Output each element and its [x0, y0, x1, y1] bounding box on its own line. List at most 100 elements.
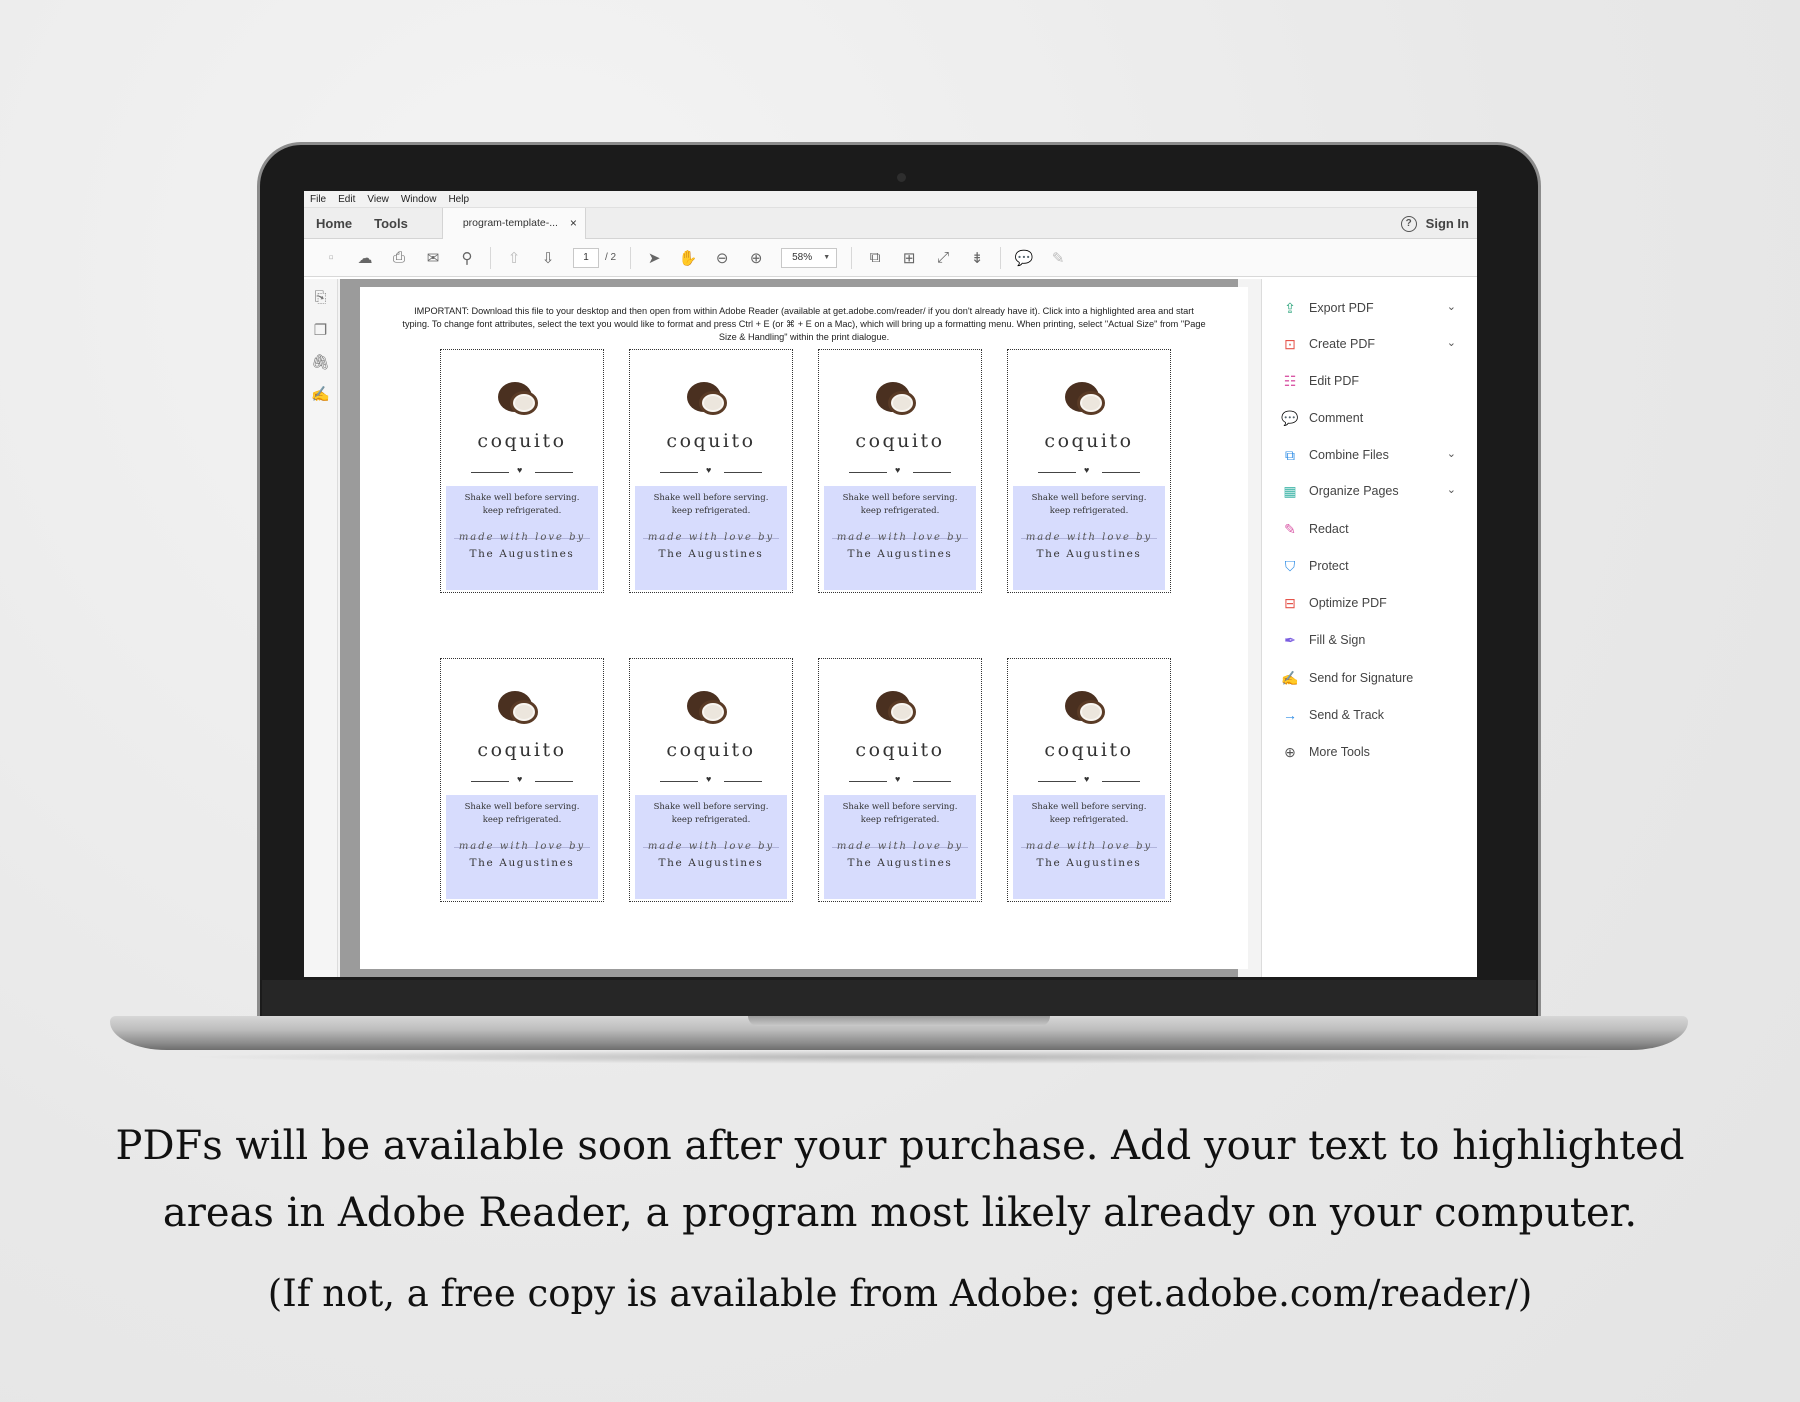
label-title: coquito — [477, 739, 567, 761]
zoom-select[interactable]: 58% ▼ — [781, 247, 838, 268]
script-text: made with love by — [458, 532, 586, 543]
tools-pane: ⇪ Export PDF ⌄ ⊡ Create PDF ⌄ ☷ Edit PDF 💬 Commen… — [1261, 279, 1477, 977]
tool-create-pdf[interactable]: ⊡ Create PDF ⌄ — [1280, 333, 1470, 355]
toolbar-separator — [1000, 246, 1002, 269]
tab-tools[interactable]: Tools — [374, 216, 408, 231]
page-total: / 2 — [605, 252, 617, 263]
instruction-text: Shake well before serving. keep refrigera… — [824, 492, 976, 518]
menu-view[interactable]: View — [367, 194, 389, 205]
menu-edit[interactable]: Edit — [338, 194, 355, 205]
upload-cloud-icon[interactable]: ☁ — [356, 249, 374, 267]
tool-more-tools[interactable]: ⊕ More Tools — [1280, 741, 1470, 763]
tool-fill-sign[interactable]: ✒ Fill & Sign — [1280, 629, 1470, 651]
fit-width-icon[interactable]: ⊞ — [900, 249, 918, 267]
menu-help[interactable]: Help — [448, 194, 469, 205]
full-screen-icon[interactable]: ⤢ — [934, 249, 952, 267]
tool-label: Edit PDF — [1309, 374, 1360, 388]
zoom-in-icon[interactable]: ⊕ — [747, 249, 765, 267]
select-cursor-icon[interactable]: ➤ — [645, 249, 663, 267]
attachment-icon[interactable]: 🖇 — [310, 353, 332, 375]
pdf-page: IMPORTANT: Download this file to your de… — [360, 287, 1248, 969]
instruction-text: Shake well before serving. keep refrigera… — [1013, 492, 1165, 518]
tool-comment[interactable]: 💬 Comment — [1280, 407, 1470, 429]
sign-in-button[interactable]: Sign In — [1426, 216, 1469, 231]
signature-icon[interactable]: ✍ — [310, 385, 332, 407]
label-card: coquito ♥ Shake well before serving. keep r… — [629, 349, 793, 593]
fit-page-icon[interactable]: ⧉ — [866, 249, 884, 267]
tool-label: Create PDF — [1309, 337, 1375, 351]
tab-home[interactable]: Home — [316, 216, 352, 231]
tool-label: Optimize PDF — [1309, 596, 1387, 610]
tab-document[interactable]: program-template-... × — [441, 207, 586, 239]
page-number-input[interactable]: 1 — [573, 247, 599, 268]
menu-file[interactable]: File — [310, 194, 326, 205]
left-rail: ⎘ ❐ 🖇 ✍ — [304, 279, 338, 977]
comment-icon: 💬 — [1281, 409, 1299, 426]
highlighted-form-field[interactable]: Shake well before serving. keep refrigera… — [1013, 795, 1165, 899]
zoom-out-icon[interactable]: ⊖ — [713, 249, 731, 267]
heart-divider: ♥ — [660, 774, 762, 787]
tool-protect[interactable]: ⛉ Protect — [1280, 555, 1470, 577]
instruction-line-2: keep refrigerated. — [1049, 815, 1129, 825]
organize-pages-icon: ▦ — [1283, 482, 1297, 499]
highlighted-form-field[interactable]: Shake well before serving. keep refrigera… — [1013, 486, 1165, 590]
chevron-down-icon[interactable]: ⌄ — [1447, 447, 1456, 460]
document-area[interactable]: IMPORTANT: Download this file to your de… — [340, 279, 1248, 977]
page-thumbnails-icon[interactable]: ⎘ — [310, 289, 332, 311]
instruction-text: Shake well before serving. keep refrigera… — [824, 801, 976, 827]
highlighted-form-field[interactable]: Shake well before serving. keep refrigera… — [824, 486, 976, 590]
tool-edit-pdf[interactable]: ☷ Edit PDF — [1280, 370, 1470, 392]
maker-name: The Augustines — [658, 548, 764, 560]
highlighted-form-field[interactable]: Shake well before serving. keep refrigera… — [824, 795, 976, 899]
comment-tool-icon[interactable]: 💬 — [1015, 249, 1034, 267]
label-card: coquito ♥ Shake well before serving. keep r… — [818, 658, 982, 902]
instruction-line-2: keep refrigerated. — [482, 506, 562, 516]
export-pdf-icon: ⇪ — [1284, 299, 1296, 316]
highlighted-form-field[interactable]: Shake well before serving. keep refrigera… — [635, 486, 787, 590]
tool-send-track[interactable]: → Send & Track — [1280, 704, 1470, 726]
coconut-illustration — [498, 691, 542, 727]
instruction-line-1: Shake well before serving. — [653, 493, 769, 503]
close-icon[interactable]: × — [570, 216, 577, 230]
label-card: coquito ♥ Shake well before serving. keep r… — [440, 349, 604, 593]
chevron-down-icon[interactable]: ⌄ — [1447, 483, 1456, 496]
help-icon[interactable]: ? — [1400, 215, 1417, 232]
label-card: coquito ♥ Shake well before serving. keep r… — [1007, 658, 1171, 902]
hand-tool-icon[interactable]: ✋ — [679, 249, 698, 267]
instruction-text: Shake well before serving. keep refrigera… — [446, 801, 598, 827]
instruction-line-2: keep refrigerated. — [671, 815, 751, 825]
tool-combine-files[interactable]: ⧉ Combine Files ⌄ — [1280, 444, 1470, 466]
search-icon[interactable]: ⚲ — [458, 249, 476, 267]
scroll-mode-icon[interactable]: ⇟ — [968, 249, 986, 267]
instruction-line-2: keep refrigerated. — [671, 506, 751, 516]
tool-redact[interactable]: ✎ Redact — [1280, 518, 1470, 540]
heart-divider: ♥ — [471, 465, 573, 478]
chevron-down-icon[interactable]: ⌄ — [1447, 336, 1456, 349]
page-up-icon[interactable]: ⇧ — [505, 249, 523, 267]
highlighted-form-field[interactable]: Shake well before serving. keep refrigera… — [446, 795, 598, 899]
fill-sign-icon: ✒ — [1284, 631, 1296, 648]
highlighted-form-field[interactable]: Shake well before serving. keep refrigera… — [635, 795, 787, 899]
tool-export-pdf[interactable]: ⇪ Export PDF ⌄ — [1280, 297, 1470, 319]
script-text: made with love by — [647, 532, 775, 543]
save-icon[interactable]: ▫ — [322, 249, 340, 267]
tool-label: Fill & Sign — [1309, 633, 1366, 647]
instruction-text: Shake well before serving. keep refrigera… — [446, 492, 598, 518]
combine-files-icon: ⧉ — [1285, 446, 1295, 463]
heart-divider: ♥ — [471, 774, 573, 787]
page-down-icon[interactable]: ⇩ — [539, 249, 557, 267]
highlighted-form-field[interactable]: Shake well before serving. keep refrigera… — [446, 486, 598, 590]
label-title: coquito — [855, 430, 945, 452]
tool-send-for-signature[interactable]: ✍ Send for Signature — [1280, 667, 1470, 689]
tool-organize-pages[interactable]: ▦ Organize Pages ⌄ — [1280, 480, 1470, 502]
tool-optimize-pdf[interactable]: ⊟ Optimize PDF — [1280, 592, 1470, 614]
menu-window[interactable]: Window — [401, 194, 437, 205]
caption-line-1: PDFs will be available soon after your p… — [115, 1123, 1685, 1169]
copy-pages-icon[interactable]: ❐ — [310, 321, 332, 343]
mail-icon[interactable]: ✉ — [424, 249, 442, 267]
print-icon[interactable]: ⎙ — [390, 249, 408, 267]
highlight-pen-icon[interactable]: ✎ — [1049, 249, 1067, 267]
chevron-down-icon[interactable]: ⌄ — [1447, 300, 1456, 313]
instruction-line-2: keep refrigerated. — [482, 815, 562, 825]
heart-icon: ♥ — [1084, 465, 1090, 475]
